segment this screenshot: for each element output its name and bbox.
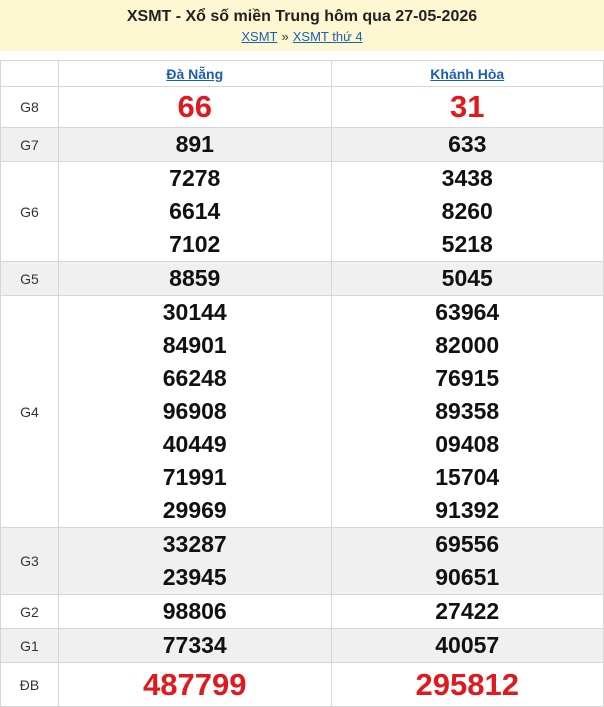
page-header: XSMT - Xổ số miền Trung hôm qua 27-05-20… — [0, 0, 604, 51]
prize-number: 09408 — [435, 431, 500, 457]
breadcrumb-link-xsmt[interactable]: XSMT — [241, 29, 277, 44]
province-link-khanh-hoa[interactable]: Khánh Hòa — [430, 66, 504, 82]
prize-column-header — [0, 60, 59, 87]
prize-number: 5218 — [441, 231, 493, 257]
prize-cell: 40057 — [330, 628, 604, 663]
table-header-row: Đà Nẵng Khánh Hòa — [0, 60, 604, 87]
prize-number: 295812 — [415, 667, 519, 702]
prize-cell: 891 — [58, 127, 332, 162]
prize-label: G3 — [0, 527, 59, 595]
prize-cell: 63964 82000 76915 89358 09408 15704 91392 — [330, 295, 604, 528]
prize-cell: 8859 — [58, 261, 332, 296]
prize-label: G2 — [0, 594, 59, 629]
prize-number: 98806 — [162, 598, 227, 624]
prize-row: G5 8859 5045 — [0, 261, 604, 296]
prize-number: 27422 — [435, 598, 500, 624]
prize-number: 71991 — [162, 464, 227, 490]
prize-cell: 69556 90651 — [330, 527, 604, 595]
prize-cell: 633 — [330, 127, 604, 162]
province-header-khanh-hoa: Khánh Hòa — [330, 60, 604, 87]
prize-number: 7278 — [169, 165, 221, 191]
prize-label: G5 — [0, 261, 59, 296]
prize-cell: 487799 — [58, 662, 332, 707]
prize-number: 40449 — [162, 431, 227, 457]
prize-number: 96908 — [162, 398, 227, 424]
prize-label: ĐB — [0, 662, 59, 707]
prize-number: 33287 — [162, 531, 227, 557]
prize-row: G1 77334 40057 — [0, 628, 604, 663]
prize-row: G8 66 31 — [0, 86, 604, 128]
prize-number: 15704 — [435, 464, 500, 490]
prize-number: 487799 — [143, 667, 247, 702]
prize-cell: 98806 — [58, 594, 332, 629]
results-table: Đà Nẵng Khánh Hòa G8 66 31 G7 891 633 G6 7278 66… — [0, 60, 604, 707]
prize-number: 84901 — [162, 332, 227, 358]
prize-cell: 295812 — [330, 662, 604, 707]
prize-number: 91392 — [435, 497, 500, 523]
prize-row: ĐB 487799 295812 — [0, 662, 604, 707]
prize-cell: 30144 84901 66248 96908 40449 71991 29969 — [58, 295, 332, 528]
province-link-da-nang[interactable]: Đà Nẵng — [166, 66, 223, 82]
prize-row: G4 30144 84901 66248 96908 40449 71991 29969 639… — [0, 295, 604, 528]
prize-label: G7 — [0, 127, 59, 162]
prize-row: G6 7278 6614 7102 3438 8260 5218 — [0, 161, 604, 262]
prize-cell: 5045 — [330, 261, 604, 296]
prize-number: 77334 — [162, 632, 227, 658]
prize-cell: 77334 — [58, 628, 332, 663]
prize-label: G8 — [0, 86, 59, 128]
province-header-da-nang: Đà Nẵng — [58, 60, 332, 87]
prize-number: 30144 — [162, 299, 227, 325]
breadcrumb-separator: » — [281, 29, 289, 44]
prize-label: G6 — [0, 161, 59, 262]
prize-row: G2 98806 27422 — [0, 594, 604, 629]
prize-label: G4 — [0, 295, 59, 528]
prize-number: 76915 — [435, 365, 500, 391]
prize-number: 66248 — [162, 365, 227, 391]
prize-number: 82000 — [435, 332, 500, 358]
prize-label: G1 — [0, 628, 59, 663]
prize-number: 891 — [175, 131, 214, 157]
prize-number: 8859 — [169, 265, 221, 291]
breadcrumb: XSMT » XSMT thứ 4 — [0, 29, 604, 45]
prize-row: G3 33287 23945 69556 90651 — [0, 527, 604, 595]
prize-cell: 66 — [58, 86, 332, 128]
prize-cell: 31 — [330, 86, 604, 128]
prize-number: 89358 — [435, 398, 500, 424]
prize-cell: 33287 23945 — [58, 527, 332, 595]
prize-number: 63964 — [435, 299, 500, 325]
prize-number: 3438 — [441, 165, 493, 191]
page-title: XSMT - Xổ số miền Trung hôm qua 27-05-20… — [126, 8, 478, 25]
prize-number: 29969 — [162, 497, 227, 523]
prize-row: G7 891 633 — [0, 127, 604, 162]
prize-number: 8260 — [441, 198, 493, 224]
prize-number: 23945 — [162, 564, 227, 590]
prize-number: 66 — [177, 89, 212, 124]
prize-number: 5045 — [441, 265, 493, 291]
prize-number: 40057 — [435, 632, 500, 658]
breadcrumb-link-xsmt-thu4[interactable]: XSMT thứ 4 — [293, 29, 363, 44]
prize-cell: 3438 8260 5218 — [330, 161, 604, 262]
prize-cell: 7278 6614 7102 — [58, 161, 332, 262]
prize-number: 6614 — [169, 198, 221, 224]
prize-number: 633 — [448, 131, 487, 157]
prize-number: 90651 — [435, 564, 500, 590]
prize-number: 69556 — [435, 531, 500, 557]
prize-number: 31 — [450, 89, 485, 124]
prize-cell: 27422 — [330, 594, 604, 629]
prize-number: 7102 — [169, 231, 221, 257]
